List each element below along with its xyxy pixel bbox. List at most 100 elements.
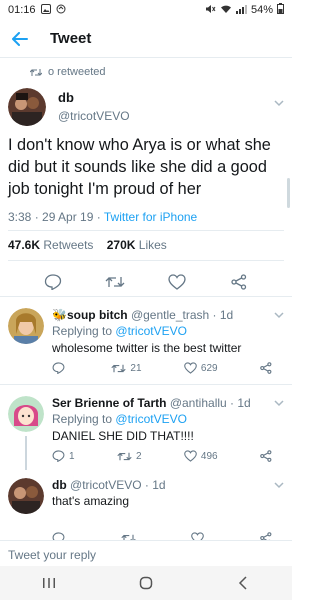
status-time: 01:16: [8, 4, 36, 16]
share-icon: [260, 362, 272, 374]
tweet-time: 3:38: [8, 210, 32, 224]
retweet-icon: [117, 452, 132, 460]
reply-author: 🐝soup bitch @gentle_trash · 1d: [52, 308, 234, 322]
reply-avatar[interactable]: [8, 308, 44, 344]
share-button[interactable]: [260, 450, 272, 462]
divider: [8, 260, 284, 261]
chevron-down-icon[interactable]: [274, 480, 284, 490]
chevron-down-icon[interactable]: [274, 98, 284, 108]
retweeted-header: o retweeted: [30, 66, 105, 78]
reply-age: 1d: [152, 478, 166, 492]
likes-stat[interactable]: 270K Likes: [107, 238, 167, 252]
battery-percent: 54%: [250, 4, 273, 16]
tweet-meta: 3:38 · 29 Apr 19 · Twitter for iPhone: [8, 210, 198, 224]
reply-button[interactable]: 1: [52, 450, 75, 462]
reply-age: 1d: [219, 308, 234, 322]
divider: [8, 230, 284, 231]
tweet-source-link[interactable]: Twitter for iPhone: [104, 210, 197, 224]
reply-composer[interactable]: Tweet your reply: [0, 540, 292, 566]
reply-input-placeholder[interactable]: Tweet your reply: [8, 548, 96, 562]
retweet-button[interactable]: 21: [111, 362, 142, 374]
sync-icon: [56, 4, 66, 17]
retweets-stat[interactable]: 47.6K Retweets: [8, 238, 93, 252]
share-button[interactable]: [260, 532, 272, 540]
author-handle[interactable]: @tricotVEVO: [58, 109, 130, 123]
system-back-button[interactable]: [228, 568, 258, 598]
reply-text: DANIEL SHE DID THAT!!!!: [52, 429, 194, 443]
retweets-count: 47.6K: [8, 238, 41, 252]
scrollbar[interactable]: [287, 178, 290, 208]
status-bar: 01:16 54%: [0, 0, 292, 20]
retweeted-label: o retweeted: [48, 66, 106, 78]
thread-line: [25, 436, 27, 470]
tweet-stats: 47.6K Retweets 270K Likes: [8, 238, 167, 252]
chevron-down-icon[interactable]: [274, 310, 284, 320]
retweet-small-icon: [30, 68, 42, 76]
signal-icon: [235, 4, 247, 17]
author-avatar[interactable]: [8, 88, 46, 126]
back-icon: [239, 576, 247, 590]
share-button[interactable]: [229, 272, 249, 292]
like-button[interactable]: 496: [184, 450, 218, 462]
tweet-detail: o retweeted db @tricotVEVO I don't know …: [0, 58, 292, 540]
tweet-text: I don't know who Arya is or what she did…: [8, 136, 271, 198]
reply-author-handle[interactable]: @tricotVEVO: [70, 478, 142, 492]
retweet-button[interactable]: [121, 532, 136, 540]
retweet-count: 21: [130, 362, 142, 374]
reply-author-name[interactable]: db: [52, 478, 67, 492]
reply-button[interactable]: [52, 362, 69, 374]
reply-author: db @tricotVEVO · 1d: [52, 478, 166, 492]
like-count: 629: [200, 362, 218, 374]
reply-icon: [52, 532, 65, 540]
tweet-actions: [0, 272, 292, 292]
reply-icon: [52, 362, 65, 374]
replying-to-link[interactable]: @tricotVEVO: [115, 324, 187, 338]
system-nav-bar: [0, 566, 292, 600]
recent-apps-button[interactable]: [34, 568, 64, 598]
home-button[interactable]: [131, 568, 161, 598]
replying-to: Replying to @tricotVEVO: [52, 324, 187, 338]
tweet-date: 29 Apr 19: [42, 210, 94, 224]
share-icon: [260, 532, 272, 540]
reply-author-handle[interactable]: @gentle_trash: [131, 308, 209, 322]
replying-to-label: Replying to: [52, 412, 113, 426]
page-title: Tweet: [50, 30, 92, 47]
mute-icon: [205, 4, 216, 17]
share-button[interactable]: [260, 362, 272, 374]
replying-to-link[interactable]: @tricotVEVO: [115, 412, 187, 426]
share-icon: [231, 274, 247, 290]
reply-button[interactable]: [43, 272, 63, 292]
reply-button[interactable]: [52, 532, 65, 540]
reply-author-name[interactable]: Ser Brienne of Tarth: [52, 396, 166, 410]
reply-item[interactable]: 🐝soup bitch @gentle_trash · 1d Replying …: [0, 298, 292, 382]
reply-avatar[interactable]: [8, 396, 44, 432]
retweet-button[interactable]: 2: [117, 450, 142, 462]
like-button[interactable]: 629: [184, 362, 218, 374]
like-button[interactable]: [191, 532, 205, 540]
share-icon: [260, 450, 272, 462]
back-button[interactable]: [0, 20, 40, 58]
reply-author-handle[interactable]: @antihallu: [170, 396, 227, 410]
retweet-button[interactable]: [105, 272, 125, 292]
divider: [0, 296, 292, 297]
retweets-label: Retweets: [43, 238, 94, 252]
author-name[interactable]: db: [58, 90, 74, 105]
reply-avatar[interactable]: [8, 478, 44, 514]
heart-icon: [184, 362, 197, 374]
like-button[interactable]: [167, 272, 187, 292]
reply-item[interactable]: db @tricotVEVO · 1d that's amazing: [0, 472, 292, 540]
reply-age: 1d: [237, 396, 251, 410]
divider: [0, 384, 292, 385]
retweet-icon: [105, 277, 125, 287]
chevron-down-icon[interactable]: [274, 398, 284, 408]
battery-icon: [277, 3, 284, 17]
reply-author-name[interactable]: 🐝soup bitch: [52, 308, 128, 322]
reply-item[interactable]: Ser Brienne of Tarth @antihallu · 1d Rep…: [0, 386, 292, 470]
reply-icon: [44, 274, 62, 290]
reply-text: wholesome twitter is the best twitter: [52, 341, 242, 355]
retweet-icon: [121, 534, 136, 540]
retweet-count: 2: [135, 450, 142, 462]
like-count: 496: [200, 450, 218, 462]
retweet-icon: [111, 364, 127, 372]
heart-icon: [168, 274, 186, 290]
